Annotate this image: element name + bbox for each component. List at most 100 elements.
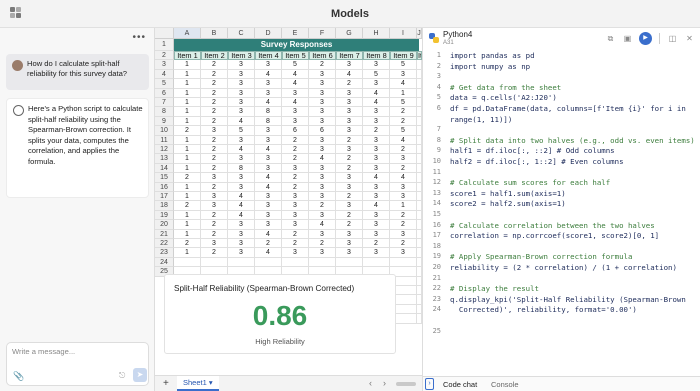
table-cell[interactable]: 2 bbox=[201, 135, 228, 145]
code-line[interactable]: # Display the result bbox=[450, 284, 539, 293]
table-cell[interactable]: 3 bbox=[255, 210, 282, 221]
table-cell[interactable]: 2 bbox=[390, 116, 417, 127]
table-cell[interactable]: 3 bbox=[201, 126, 228, 136]
table-cell[interactable]: 2 bbox=[282, 145, 309, 155]
code-line[interactable]: # Get data from the sheet bbox=[450, 83, 561, 92]
table-cell[interactable]: 3 bbox=[201, 239, 228, 249]
table-cell[interactable]: 1 bbox=[174, 192, 201, 202]
table-cell[interactable]: 3 bbox=[363, 60, 390, 70]
code-line[interactable]: half2 = df.iloc[:, 1::2] # Even columns bbox=[450, 157, 624, 166]
table-cell[interactable]: 2 bbox=[282, 182, 309, 192]
table-cell[interactable]: 6 bbox=[309, 126, 336, 136]
scroll-right-icon[interactable]: › bbox=[383, 378, 386, 388]
table-cell[interactable]: 3 bbox=[309, 88, 336, 98]
table-cell[interactable]: 2 bbox=[201, 88, 228, 98]
header-cell[interactable]: Item 9 bbox=[390, 51, 417, 61]
table-cell[interactable]: 2 bbox=[363, 239, 390, 249]
table-cell[interactable]: 3 bbox=[228, 135, 255, 145]
table-cell[interactable]: 3 bbox=[255, 163, 282, 174]
tab-console[interactable]: Console bbox=[491, 380, 519, 389]
header-cell[interactable]: Item 5 bbox=[282, 51, 309, 61]
table-cell[interactable]: 2 bbox=[201, 116, 228, 127]
table-cell[interactable]: 5 bbox=[390, 126, 417, 136]
table-cell[interactable]: 3 bbox=[201, 173, 228, 183]
code-line[interactable]: range(1, 11)]) bbox=[450, 115, 512, 124]
row-header[interactable]: 23 bbox=[155, 248, 174, 258]
table-cell[interactable]: 3 bbox=[282, 248, 309, 258]
row-header[interactable]: 11 bbox=[155, 135, 174, 145]
code-line[interactable]: reliability = (2 * correlation) / (1 + c… bbox=[450, 263, 677, 272]
table-cell[interactable]: 2 bbox=[282, 135, 309, 145]
table-cell[interactable]: 4 bbox=[336, 69, 363, 80]
table-cell[interactable]: 3 bbox=[390, 192, 417, 202]
table-cell[interactable]: 3 bbox=[309, 98, 336, 108]
code-line[interactable]: score2 = half2.sum(axis=1) bbox=[450, 199, 566, 208]
table-cell[interactable]: 3 bbox=[282, 192, 309, 202]
column-header[interactable]: A bbox=[174, 28, 201, 39]
table-cell[interactable]: 1 bbox=[174, 135, 201, 145]
table-cell[interactable]: 3 bbox=[228, 107, 255, 117]
table-cell[interactable]: 4 bbox=[390, 135, 417, 145]
table-cell[interactable]: 3 bbox=[309, 229, 336, 239]
table-cell[interactable]: 8 bbox=[255, 116, 282, 127]
table-cell[interactable]: 4 bbox=[363, 173, 390, 183]
table-cell[interactable]: 2 bbox=[174, 201, 201, 211]
table-cell[interactable]: 1 bbox=[390, 88, 417, 98]
table-cell[interactable] bbox=[309, 257, 336, 268]
header-cell[interactable]: Item 7 bbox=[336, 51, 363, 61]
table-cell[interactable]: 2 bbox=[282, 229, 309, 239]
table-cell[interactable]: 3 bbox=[336, 229, 363, 239]
table-cell[interactable]: 3 bbox=[228, 173, 255, 183]
table-cell[interactable]: 2 bbox=[174, 126, 201, 136]
column-header[interactable]: C bbox=[228, 28, 255, 39]
table-cell[interactable]: 2 bbox=[201, 60, 228, 70]
table-cell[interactable]: 2 bbox=[174, 173, 201, 183]
table-cell[interactable]: 3 bbox=[390, 69, 417, 80]
table-cell[interactable]: 3 bbox=[255, 154, 282, 164]
table-cell[interactable]: 3 bbox=[255, 135, 282, 145]
table-cell[interactable]: 3 bbox=[201, 192, 228, 202]
table-cell[interactable]: 2 bbox=[201, 220, 228, 230]
column-header[interactable]: B bbox=[201, 28, 228, 39]
table-cell[interactable]: 3 bbox=[309, 79, 336, 89]
table-cell[interactable]: 3 bbox=[255, 60, 282, 70]
table-cell[interactable]: 2 bbox=[174, 239, 201, 249]
table-cell[interactable] bbox=[336, 257, 363, 268]
copy-icon[interactable]: ⧉ bbox=[605, 33, 616, 44]
row-header[interactable]: 20 bbox=[155, 220, 174, 230]
code-line[interactable]: half1 = df.iloc[:, ::2] # Odd columns bbox=[450, 146, 615, 155]
table-cell[interactable]: 3 bbox=[336, 248, 363, 258]
table-cell[interactable]: 2 bbox=[336, 220, 363, 230]
code-line[interactable]: # Split data into two halves (e.g., odd … bbox=[450, 136, 695, 145]
table-cell[interactable]: 3 bbox=[309, 116, 336, 127]
row-header[interactable]: 1 bbox=[155, 39, 174, 51]
tab-code-chat[interactable]: Code chat bbox=[443, 380, 477, 389]
row-header[interactable]: 6 bbox=[155, 88, 174, 98]
table-cell[interactable]: 3 bbox=[309, 192, 336, 202]
table-cell[interactable]: 4 bbox=[363, 98, 390, 108]
table-cell[interactable]: 4 bbox=[282, 69, 309, 80]
select-all-corner[interactable] bbox=[155, 28, 174, 39]
table-cell[interactable]: 3 bbox=[309, 107, 336, 117]
table-cell[interactable]: 3 bbox=[363, 220, 390, 230]
table-cell[interactable]: 5 bbox=[363, 69, 390, 80]
table-cell[interactable] bbox=[282, 257, 309, 268]
row-header[interactable]: 5 bbox=[155, 79, 174, 89]
table-cell[interactable]: 3 bbox=[228, 98, 255, 108]
row-header[interactable]: 10 bbox=[155, 126, 174, 136]
table-cell[interactable]: 3 bbox=[336, 107, 363, 117]
table-cell[interactable]: 3 bbox=[390, 182, 417, 192]
table-cell[interactable]: 1 bbox=[174, 220, 201, 230]
table-cell[interactable]: 5 bbox=[228, 126, 255, 136]
table-cell[interactable]: 3 bbox=[363, 79, 390, 89]
row-header[interactable]: 8 bbox=[155, 107, 174, 117]
table-cell[interactable]: 3 bbox=[336, 239, 363, 249]
table-cell[interactable]: 2 bbox=[309, 60, 336, 70]
table-cell[interactable]: 3 bbox=[309, 163, 336, 174]
table-cell[interactable]: 3 bbox=[336, 60, 363, 70]
table-cell[interactable]: 2 bbox=[390, 239, 417, 249]
table-cell[interactable]: 3 bbox=[255, 79, 282, 89]
row-header[interactable]: 22 bbox=[155, 239, 174, 249]
table-cell[interactable]: 2 bbox=[336, 192, 363, 202]
table-cell[interactable]: 3 bbox=[363, 229, 390, 239]
